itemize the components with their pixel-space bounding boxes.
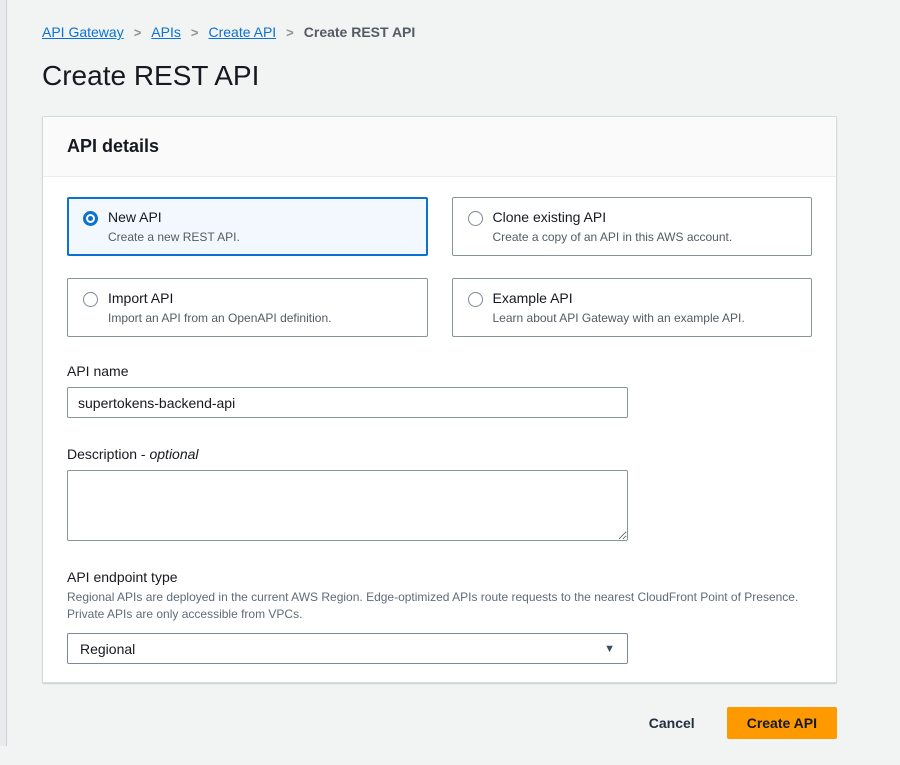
panel-header: API details xyxy=(43,117,836,177)
tile-description: Create a new REST API. xyxy=(108,229,240,245)
radio-unchecked-icon[interactable] xyxy=(468,292,483,307)
panel-title: API details xyxy=(67,136,812,157)
breadcrumb-separator-icon: > xyxy=(286,25,294,40)
panel-body: New API Create a new REST API. Clone exi… xyxy=(43,177,836,682)
tile-clone-existing-api[interactable]: Clone existing API Create a copy of an A… xyxy=(452,197,813,256)
breadcrumb-link-api-gateway[interactable]: API Gateway xyxy=(42,24,124,40)
tile-label: Import API xyxy=(108,289,331,308)
radio-unchecked-icon[interactable] xyxy=(83,292,98,307)
description-optional-hint: optional xyxy=(149,446,198,462)
api-name-input[interactable] xyxy=(67,387,628,418)
description-textarea[interactable] xyxy=(67,470,628,541)
breadcrumb-separator-icon: > xyxy=(134,25,142,40)
breadcrumb: API Gateway > APIs > Create API > Create… xyxy=(42,0,837,40)
radio-checked-icon[interactable] xyxy=(83,211,98,226)
endpoint-type-selected-value: Regional xyxy=(80,641,135,657)
tile-import-api[interactable]: Import API Import an API from an OpenAPI… xyxy=(67,278,428,337)
api-details-panel: API details New API Create a new REST AP… xyxy=(42,116,837,683)
tile-example-api[interactable]: Example API Learn about API Gateway with… xyxy=(452,278,813,337)
breadcrumb-link-apis[interactable]: APIs xyxy=(151,24,181,40)
endpoint-type-label: API endpoint type xyxy=(67,569,812,585)
tile-description: Create a copy of an API in this AWS acco… xyxy=(493,229,733,245)
cancel-button[interactable]: Cancel xyxy=(645,709,699,737)
endpoint-type-select[interactable]: Regional ▼ xyxy=(67,633,628,664)
tile-description: Import an API from an OpenAPI definition… xyxy=(108,310,331,326)
breadcrumb-current-page: Create REST API xyxy=(304,24,416,40)
create-api-button[interactable]: Create API xyxy=(727,707,837,739)
main-content: API Gateway > APIs > Create API > Create… xyxy=(42,0,837,765)
form-actions: Cancel Create API xyxy=(42,707,837,765)
api-name-label: API name xyxy=(67,363,812,379)
tile-label: Example API xyxy=(493,289,745,308)
description-label: Description - optional xyxy=(67,446,812,462)
page-title: Create REST API xyxy=(42,60,837,92)
description-label-text: Description - xyxy=(67,446,146,462)
radio-unchecked-icon[interactable] xyxy=(468,211,483,226)
chevron-down-icon: ▼ xyxy=(604,643,615,655)
tile-description: Learn about API Gateway with an example … xyxy=(493,310,745,326)
tile-new-api[interactable]: New API Create a new REST API. xyxy=(67,197,428,256)
breadcrumb-separator-icon: > xyxy=(191,25,199,40)
window-left-edge xyxy=(0,0,7,746)
tile-label: New API xyxy=(108,208,240,227)
api-type-tiles: New API Create a new REST API. Clone exi… xyxy=(67,197,812,337)
tile-label: Clone existing API xyxy=(493,208,733,227)
breadcrumb-link-create-api[interactable]: Create API xyxy=(208,24,276,40)
endpoint-type-help-text: Regional APIs are deployed in the curren… xyxy=(67,589,812,623)
